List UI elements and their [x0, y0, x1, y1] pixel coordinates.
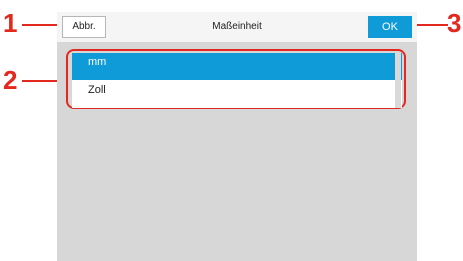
unit-list: mm Zoll	[72, 53, 402, 108]
list-scrollbar[interactable]	[395, 53, 401, 108]
cancel-button[interactable]: Abbr.	[62, 16, 106, 38]
list-item-mm[interactable]: mm	[72, 53, 402, 80]
callout-line-1	[22, 24, 58, 26]
header-bar: Abbr. Maßeinheit OK	[57, 12, 417, 42]
callout-line-3	[412, 24, 448, 26]
ok-button[interactable]: OK	[368, 16, 412, 38]
callout-number-1: 1	[3, 8, 18, 38]
callout-number-2: 2	[3, 65, 18, 95]
list-item-zoll[interactable]: Zoll	[72, 81, 402, 108]
screen-title: Maßeinheit	[212, 21, 262, 32]
unit-selection-screen: Abbr. Maßeinheit OK mm Zoll	[57, 12, 417, 261]
callout-number-3: 3	[447, 8, 462, 38]
